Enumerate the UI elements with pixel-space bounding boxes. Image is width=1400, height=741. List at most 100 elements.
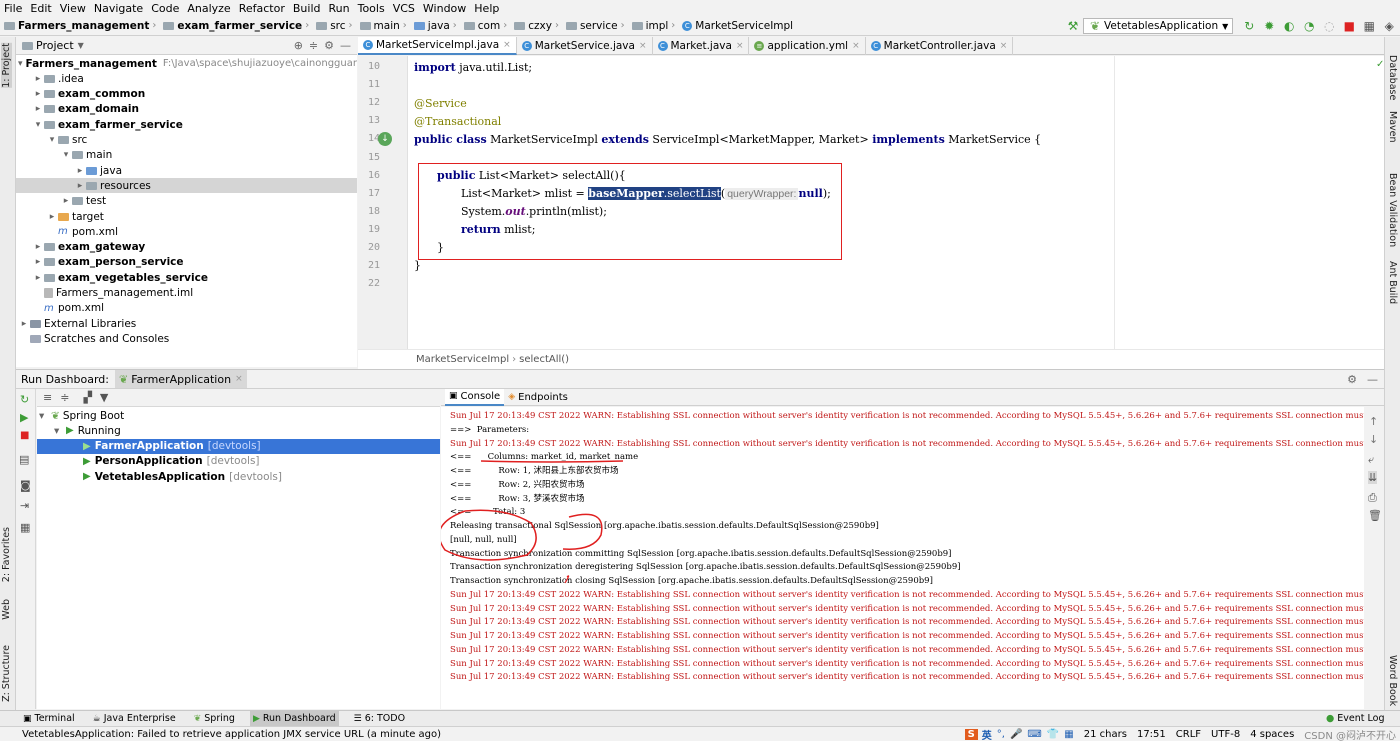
chevron-right-icon[interactable]: ▸ xyxy=(18,319,30,329)
bottom-tab-4[interactable]: ☰ 6: TODO xyxy=(351,711,408,726)
tree-node[interactable]: ▾ Farmers_management F:\Java\space\shujiaz… xyxy=(16,56,357,71)
bottom-tab-3[interactable]: ▶ Run Dashboard xyxy=(249,711,339,726)
tab-endpoints[interactable]: ◈ Endpoints xyxy=(504,389,572,406)
collapse-all-icon[interactable]: ≑ xyxy=(309,39,318,52)
exit-icon[interactable]: ⇥ xyxy=(20,499,29,512)
chevron-right-icon[interactable]: ▸ xyxy=(46,212,58,222)
menu-help[interactable]: Help xyxy=(474,2,499,15)
tree-node[interactable]: m pom.xml xyxy=(16,224,357,239)
editor-tab[interactable]: C MarketServiceImpl.java × xyxy=(358,36,517,55)
tree-node[interactable]: ▸ External Libraries xyxy=(16,316,357,331)
maven-tool-tab[interactable]: Maven xyxy=(1387,111,1398,143)
close-icon[interactable]: × xyxy=(639,41,647,51)
locate-icon[interactable]: ⊕ xyxy=(294,39,303,52)
bottom-tab-0[interactable]: ▣ Terminal xyxy=(20,711,78,726)
editor-tab[interactable]: C MarketController.java × xyxy=(866,36,1014,55)
editor-tab[interactable]: C MarketService.java × xyxy=(517,36,653,55)
scroll-to-end-icon[interactable]: ⇊ xyxy=(1368,471,1378,484)
group-icon[interactable]: ▞ xyxy=(83,391,91,404)
skin-icon[interactable]: 👕 xyxy=(1047,729,1059,740)
caret-position[interactable]: 17:51 xyxy=(1137,729,1166,740)
menu-code[interactable]: Code xyxy=(151,2,179,15)
word-book-tool-tab[interactable]: Word Book xyxy=(1387,655,1398,706)
tree-node[interactable]: ▸ exam_vegetables_service xyxy=(16,270,357,285)
rerun-icon[interactable]: ↻ xyxy=(20,393,29,406)
dashboard-tree-node[interactable]: ▾ ❦ Spring Boot xyxy=(37,408,440,423)
chevron-down-icon[interactable]: ▾ xyxy=(54,425,66,437)
selection-chars[interactable]: 21 chars xyxy=(1084,729,1127,740)
filter-icon[interactable]: ▼ xyxy=(100,391,108,404)
hide-icon[interactable]: — xyxy=(1367,373,1378,386)
tree-node[interactable]: ▾ src xyxy=(16,133,357,148)
chevron-right-icon[interactable]: ▸ xyxy=(32,74,44,84)
breadcrumb-java[interactable]: java xyxy=(413,20,450,32)
chevron-down-icon[interactable]: ▾ xyxy=(18,59,23,69)
menu-view[interactable]: View xyxy=(60,2,86,15)
close-icon[interactable]: × xyxy=(736,41,744,51)
rerun-icon[interactable]: ↻ xyxy=(1242,19,1256,33)
menu-build[interactable]: Build xyxy=(293,2,321,15)
breadcrumb-service[interactable]: service xyxy=(565,20,618,32)
database-tool-tab[interactable]: Database xyxy=(1387,55,1398,100)
indent-setting[interactable]: 4 spaces xyxy=(1250,729,1294,740)
chevron-right-icon[interactable]: ▸ xyxy=(32,273,44,283)
menu-analyze[interactable]: Analyze xyxy=(187,2,230,15)
breadcrumb-czxy[interactable]: czxy xyxy=(514,20,552,32)
breadcrumb-src[interactable]: src xyxy=(316,20,346,32)
tab-console[interactable]: ▣ Console xyxy=(445,388,505,406)
editor-tab[interactable]: ≡ application.yml × xyxy=(749,36,866,55)
editor-crumb-method[interactable]: selectAll() xyxy=(519,354,569,365)
menu-navigate[interactable]: Navigate xyxy=(94,2,143,15)
project-structure-icon[interactable]: ▦ xyxy=(1362,19,1376,33)
dashboard-tree-node[interactable]: ▾ ▶ Running xyxy=(37,423,440,438)
event-log-button[interactable]: ● Event Log xyxy=(1326,711,1385,725)
chevron-right-icon[interactable]: ▸ xyxy=(74,166,86,176)
bean-validation-tool-tab[interactable]: Bean Validation xyxy=(1387,173,1398,247)
structure-tool-tab[interactable]: Z: Structure xyxy=(1,645,12,702)
chevron-right-icon[interactable]: ▸ xyxy=(32,89,44,99)
keyboard-icon[interactable]: ⌨ xyxy=(1027,729,1041,740)
editor-tab[interactable]: C Market.java × xyxy=(653,36,750,55)
tree-node[interactable]: ▾ exam_farmer_service xyxy=(16,117,357,132)
tree-node[interactable]: ▸ resources xyxy=(16,178,357,194)
menu-refactor[interactable]: Refactor xyxy=(239,2,285,15)
tree-node[interactable]: ▸ exam_gateway xyxy=(16,240,357,255)
coverage-icon[interactable]: ◐ xyxy=(1282,19,1296,33)
punctuation-icon[interactable]: °, xyxy=(997,729,1005,740)
bottom-tab-2[interactable]: ❦ Spring xyxy=(191,711,238,726)
tree-node[interactable]: ▸ .idea xyxy=(16,71,357,86)
implementation-marker-icon[interactable]: ↓ xyxy=(378,132,392,146)
breadcrumb-main[interactable]: main xyxy=(359,20,400,32)
gear-icon[interactable]: ⚙ xyxy=(1347,373,1357,386)
chevron-down-icon[interactable]: ▾ xyxy=(39,410,51,422)
chevron-right-icon[interactable]: ▸ xyxy=(60,196,72,206)
dashboard-tree-node[interactable]: ▶ VetetablesApplication [devtools] xyxy=(37,469,440,484)
project-tool-tab[interactable]: 1: Project xyxy=(1,43,12,88)
tree-node[interactable]: Scratches and Consoles xyxy=(16,331,357,346)
dashboard-tree-node[interactable]: ▶ PersonApplication [devtools] xyxy=(37,454,440,469)
ant-icon[interactable]: ◈ xyxy=(1382,19,1396,33)
menu-tools[interactable]: Tools xyxy=(358,2,385,15)
chevron-right-icon[interactable]: ▸ xyxy=(32,257,44,267)
tree-node[interactable]: ▸ java xyxy=(16,163,357,178)
bottom-tab-1[interactable]: ☕ Java Enterprise xyxy=(90,711,179,726)
run-icon[interactable]: ▶ xyxy=(20,411,28,424)
collapse-all-icon[interactable]: ≑ xyxy=(60,391,69,404)
debug-icon[interactable]: ✹ xyxy=(1262,19,1276,33)
breadcrumb-com[interactable]: com xyxy=(463,20,500,32)
file-encoding[interactable]: UTF-8 xyxy=(1211,729,1240,740)
soft-wrap-icon[interactable]: ⤶ xyxy=(1368,453,1374,467)
arrow-up-icon[interactable]: ↑ xyxy=(1369,415,1378,428)
chevron-down-icon[interactable]: ▾ xyxy=(46,135,58,145)
chevron-down-icon[interactable]: ▼ xyxy=(78,41,84,50)
ant-build-tool-tab[interactable]: Ant Build xyxy=(1387,261,1398,304)
breadcrumb-module[interactable]: exam_farmer_service xyxy=(163,20,302,32)
gear-icon[interactable]: ⚙ xyxy=(324,39,334,52)
dashboard-tree-node[interactable]: ▶ FarmerApplication [devtools] xyxy=(37,438,440,454)
close-icon[interactable]: × xyxy=(503,40,511,50)
chevron-right-icon[interactable]: ▸ xyxy=(32,104,44,114)
stop-icon[interactable]: ■ xyxy=(20,430,29,441)
grid-icon[interactable]: ▦ xyxy=(20,521,30,534)
tree-node[interactable]: ▸ target xyxy=(16,209,357,224)
menu-run[interactable]: Run xyxy=(329,2,350,15)
